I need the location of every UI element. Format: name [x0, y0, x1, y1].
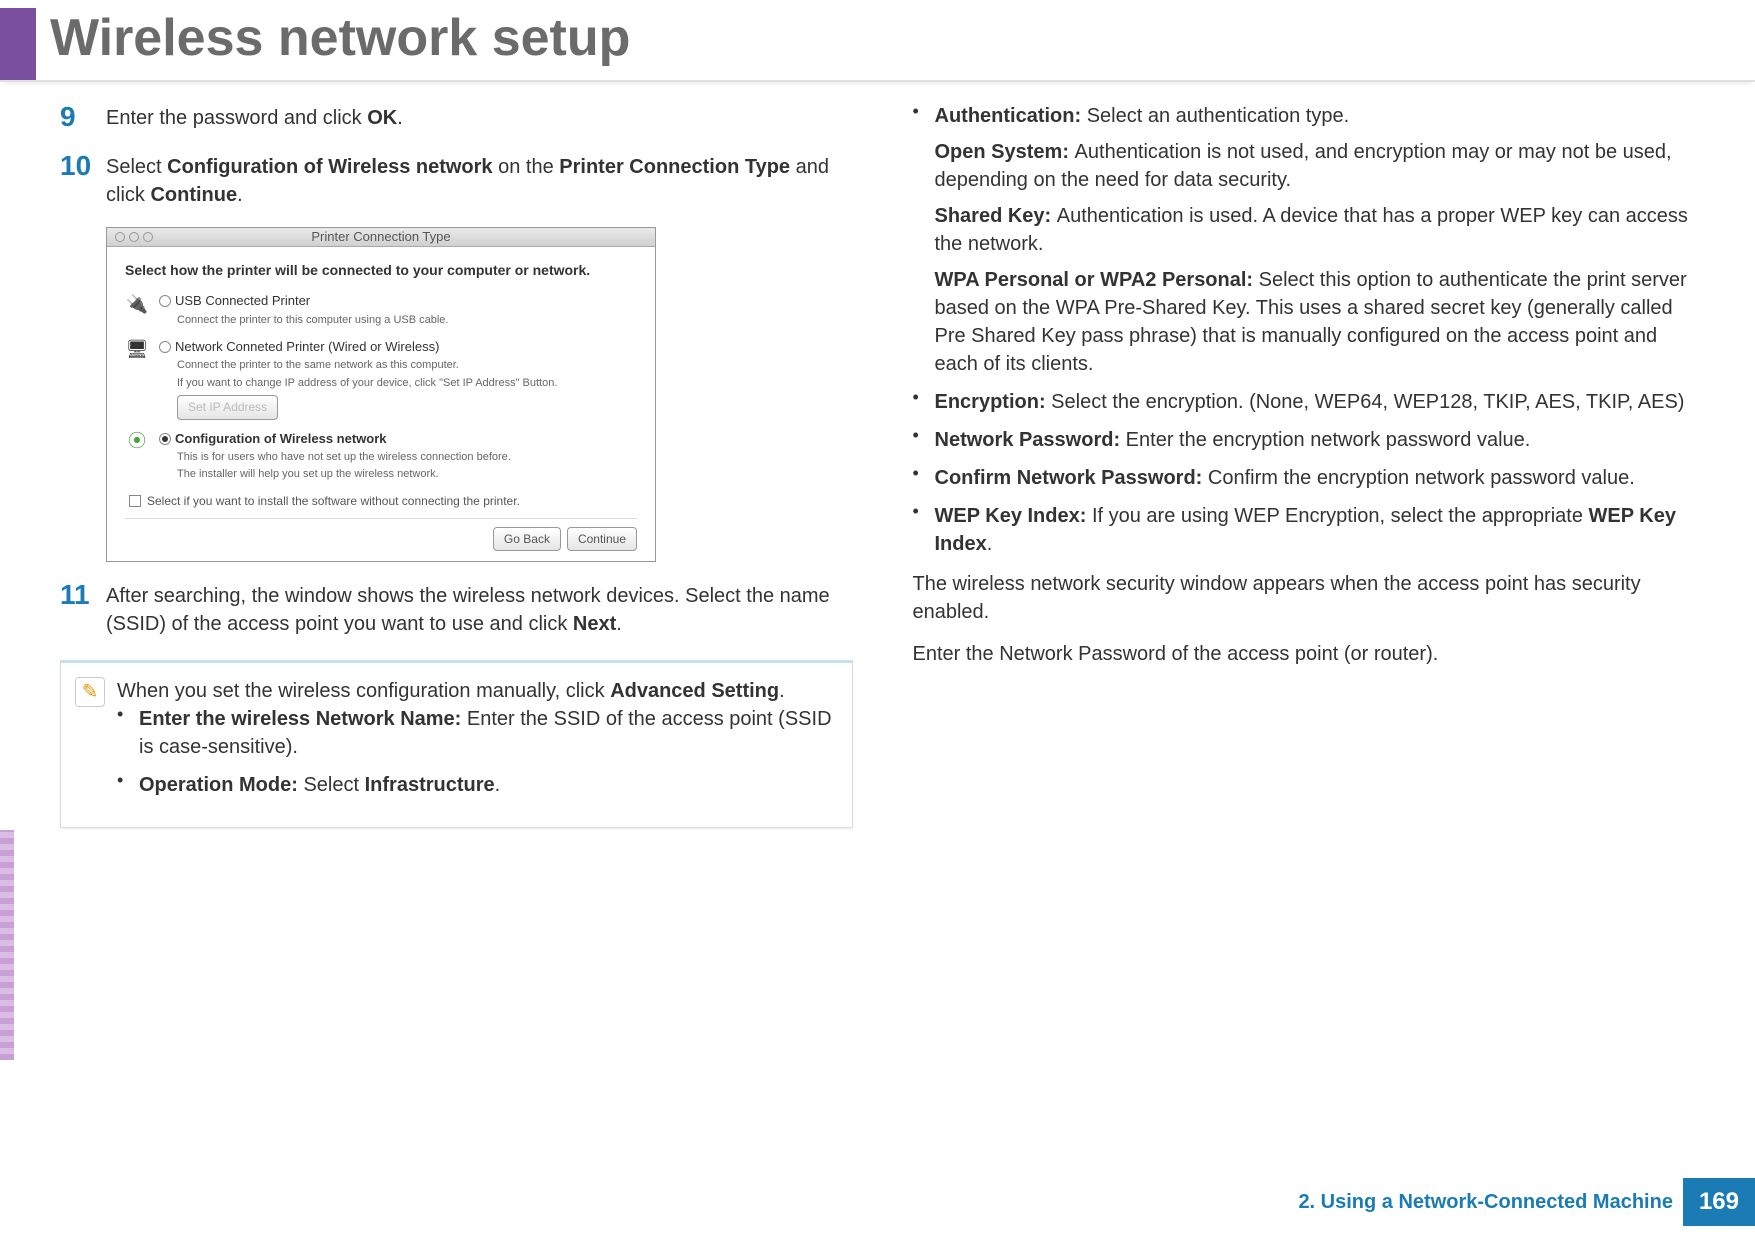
list-item: WEP Key Index: If you are using WEP Encr… [913, 502, 1706, 558]
bold-text: Continue [150, 184, 237, 206]
mac-body: Select how the printer will be connected… [107, 247, 655, 562]
bold-text: Operation Mode: [139, 774, 303, 796]
note-list: Enter the wireless Network Name: Enter t… [117, 705, 834, 799]
text: . [237, 184, 243, 206]
wifi-icon: ⦿ [125, 430, 149, 454]
content-area: 9 Enter the password and click OK. 10 Se… [0, 102, 1755, 828]
step-body: Enter the password and click OK. [106, 102, 853, 133]
step-number: 9 [60, 102, 106, 133]
option-desc: If you want to change IP address of your… [177, 376, 637, 391]
option-wireless: ⦿ Configuration of Wireless network This… [125, 430, 637, 483]
list-item: Network Password: Enter the encryption n… [913, 426, 1706, 454]
step-10: 10 Select Configuration of Wireless netw… [60, 151, 853, 209]
option-network: 🖥 Network Conneted Printer (Wired or Wir… [125, 338, 637, 420]
paragraph: The wireless network security window app… [913, 570, 1706, 626]
continue-button[interactable]: Continue [567, 527, 637, 552]
text: Enter the encryption network password va… [1126, 429, 1531, 451]
text: . [397, 107, 403, 129]
dialog-button-row: Go Back Continue [125, 518, 637, 552]
bold-text: Configuration of Wireless network [167, 156, 492, 178]
mac-titlebar: Printer Connection Type [107, 228, 655, 247]
text: Select the encryption. (None, WEP64, WEP… [1051, 391, 1684, 413]
usb-icon: 🔌 [125, 292, 149, 316]
text: Confirm the encryption network password … [1208, 467, 1635, 489]
note-body: When you set the wireless configuration … [117, 677, 834, 809]
embedded-screenshot: Printer Connection Type Select how the p… [106, 227, 656, 563]
radio-wireless[interactable] [159, 433, 171, 445]
step-body: Select Configuration of Wireless network… [106, 151, 853, 209]
chapter-label: 2. Using a Network-Connected Machine [1298, 1191, 1683, 1214]
option-label: USB Connected Printer [175, 293, 310, 308]
text: . [616, 613, 622, 635]
text: . [987, 533, 993, 555]
option-desc: Connect the printer to the same network … [177, 358, 637, 373]
text: After searching, the window shows the wi… [106, 585, 830, 635]
option-label: Network Conneted Printer (Wired or Wirel… [175, 339, 439, 354]
bold-text: WPA Personal or WPA2 Personal: [935, 269, 1259, 291]
bold-text: Encryption: [935, 391, 1052, 413]
right-bullet-list: Authentication: Select an authentication… [913, 102, 1706, 558]
step-number: 11 [60, 580, 106, 638]
network-icon: 🖥 [125, 338, 149, 362]
bold-text: Open System: [935, 141, 1075, 163]
right-column: Authentication: Select an authentication… [913, 102, 1706, 828]
checkbox[interactable] [129, 495, 141, 507]
install-without-connect: Select if you want to install the softwa… [129, 493, 637, 510]
step-body: After searching, the window shows the wi… [106, 580, 853, 638]
page-footer: 2. Using a Network-Connected Machine 169 [1298, 1178, 1755, 1226]
left-column: 9 Enter the password and click OK. 10 Se… [60, 102, 853, 828]
page-title: Wireless network setup [50, 8, 1755, 80]
set-ip-button[interactable]: Set IP Address [177, 395, 278, 420]
checkbox-label: Select if you want to install the softwa… [147, 493, 520, 510]
page-number: 169 [1683, 1178, 1755, 1226]
bold-text: Advanced Setting [610, 680, 779, 702]
radio-network[interactable] [159, 341, 171, 353]
go-back-button[interactable]: Go Back [493, 527, 561, 552]
bold-text: Printer Connection Type [559, 156, 790, 178]
side-tab-decoration [0, 830, 14, 1060]
window-title: Printer Connection Type [311, 228, 450, 246]
text: If you are using WEP Encryption, select … [1092, 505, 1589, 527]
bold-text: Authentication: [935, 105, 1087, 127]
radio-usb[interactable] [159, 295, 171, 307]
bold-text: WEP Key Index: [935, 505, 1092, 527]
bold-text: Confirm Network Password: [935, 467, 1208, 489]
list-item: Confirm Network Password: Confirm the en… [913, 464, 1706, 492]
step-9: 9 Enter the password and click OK. [60, 102, 853, 133]
bold-text: Infrastructure [365, 774, 495, 796]
page-header: Wireless network setup [0, 0, 1755, 82]
list-item: Operation Mode: Select Infrastructure. [117, 771, 834, 799]
option-desc: The installer will help you set up the w… [177, 467, 637, 482]
list-item: Authentication: Select an authentication… [913, 102, 1706, 378]
dialog-heading: Select how the printer will be connected… [125, 261, 637, 281]
option-desc: This is for users who have not set up th… [177, 450, 637, 465]
text: Select [106, 156, 167, 178]
paragraph: Enter the Network Password of the access… [913, 640, 1706, 668]
bold-text: Network Password: [935, 429, 1126, 451]
text: . [495, 774, 501, 796]
text: Select [303, 774, 364, 796]
text: When you set the wireless configuration … [117, 680, 610, 702]
text: Enter the password and click [106, 107, 367, 129]
traffic-lights [115, 232, 153, 242]
step-11: 11 After searching, the window shows the… [60, 580, 853, 638]
ok-label: OK [367, 107, 397, 129]
bold-text: Enter the wireless Network Name: [139, 708, 467, 730]
option-label: Configuration of Wireless network [175, 431, 387, 446]
option-desc: Connect the printer to this computer usi… [177, 313, 637, 328]
header-accent-block [0, 8, 36, 80]
text: on the [493, 156, 560, 178]
list-item: Encryption: Select the encryption. (None… [913, 388, 1706, 416]
pencil-icon: ✎ [75, 677, 105, 707]
bold-text: Next [573, 613, 616, 635]
note-block: ✎ When you set the wireless configuratio… [60, 660, 853, 828]
bold-text: Shared Key: [935, 205, 1057, 227]
text: Select an authentication type. [1087, 105, 1349, 127]
text: . [779, 680, 785, 702]
step-number: 10 [60, 151, 106, 209]
option-usb: 🔌 USB Connected Printer Connect the prin… [125, 292, 637, 328]
list-item: Enter the wireless Network Name: Enter t… [117, 705, 834, 761]
